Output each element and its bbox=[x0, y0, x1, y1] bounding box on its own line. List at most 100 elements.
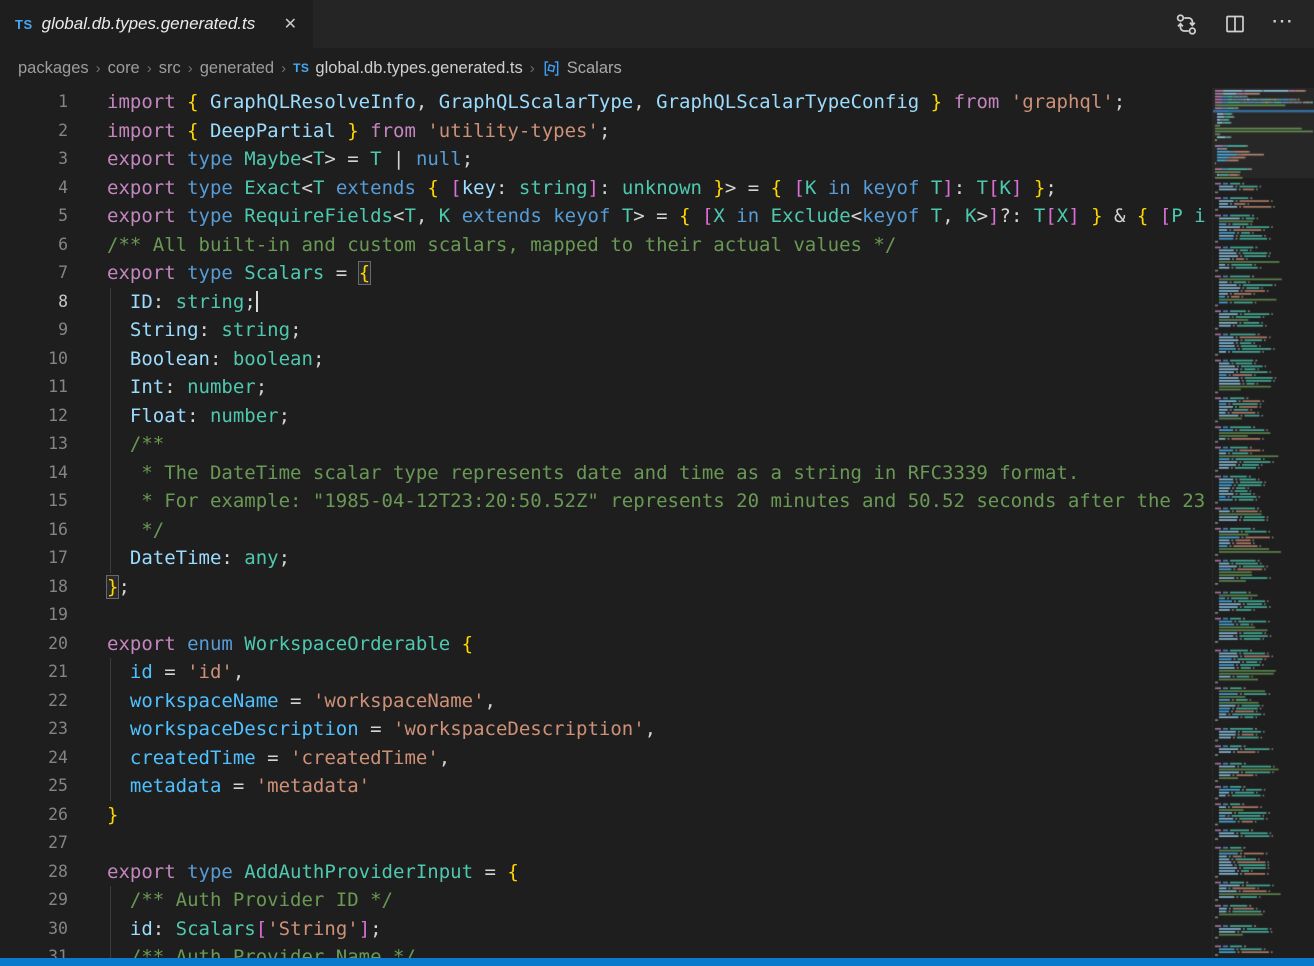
line-number: 10 bbox=[0, 345, 68, 374]
line-number: 7 bbox=[0, 259, 68, 288]
code-line-2: 2import { DeepPartial } from 'utility-ty… bbox=[0, 117, 1212, 146]
text-cursor bbox=[256, 291, 259, 312]
code-line-19: 19 bbox=[0, 601, 1212, 630]
line-number: 18 bbox=[0, 573, 68, 602]
code-text: */ bbox=[107, 516, 164, 545]
tab-bar: TS global.db.types.generated.ts ✕ ⋯ bbox=[0, 0, 1314, 48]
breadcrumb: packages › core › src › generated › TSglobal.db.… bbox=[0, 48, 1314, 88]
code-line-12: 12 Float: number; bbox=[0, 402, 1212, 431]
code-line-25: 25 metadata = 'metadata' bbox=[0, 772, 1212, 801]
code-line-6: 6/** All built-in and custom scalars, ma… bbox=[0, 231, 1212, 260]
breadcrumb-separator: › bbox=[530, 60, 535, 77]
line-number: 17 bbox=[0, 544, 68, 573]
line-number: 6 bbox=[0, 231, 68, 260]
breadcrumb-symbol-scalars[interactable]: Scalars bbox=[542, 59, 622, 78]
line-number: 16 bbox=[0, 516, 68, 545]
code-text: export type Exact<T extends { [key: stri… bbox=[107, 174, 1057, 203]
code-line-13: 13 /** bbox=[0, 430, 1212, 459]
line-number: 1 bbox=[0, 88, 68, 117]
line-number: 13 bbox=[0, 430, 68, 459]
code-line-3: 3 export type Maybe<T> = T | null; bbox=[0, 145, 1212, 174]
line-number: 4 bbox=[0, 174, 68, 203]
open-changes-icon[interactable] bbox=[1174, 12, 1199, 37]
breadcrumb-separator: › bbox=[96, 60, 101, 77]
breadcrumb-item-packages[interactable]: packages bbox=[18, 59, 89, 78]
code-text: workspaceName = 'workspaceName', bbox=[107, 687, 496, 716]
line-number: 30 bbox=[0, 915, 68, 944]
code-line-4: 4 export type Exact<T extends { [key: str… bbox=[0, 174, 1212, 203]
line-number: 3 bbox=[0, 145, 68, 174]
code-text: createdTime = 'createdTime', bbox=[107, 744, 450, 773]
split-editor-icon[interactable] bbox=[1223, 12, 1247, 36]
symbol-type-icon bbox=[542, 59, 561, 78]
code-text: /** bbox=[107, 430, 164, 459]
code-text: export type AddAuthProviderInput = { bbox=[107, 858, 519, 887]
more-actions-icon[interactable]: ⋯ bbox=[1271, 10, 1294, 38]
minimap-slider[interactable] bbox=[1213, 88, 1314, 178]
editor-area[interactable]: 1 import { GraphQLResolveInfo, GraphQLSca… bbox=[0, 88, 1314, 966]
code-text: workspaceDescription = 'workspaceDescrip… bbox=[107, 715, 656, 744]
code-line-7: 7 export type Scalars = { bbox=[0, 259, 1212, 288]
code-line-5: 5 export type RequireFields<T, K extends … bbox=[0, 202, 1212, 231]
line-number: 24 bbox=[0, 744, 68, 773]
code-line-11: 11 Int: number; bbox=[0, 373, 1212, 402]
code-text: id = 'id', bbox=[107, 658, 244, 687]
code-line-24: 24 createdTime = 'createdTime', bbox=[0, 744, 1212, 773]
code-text: Float: number; bbox=[107, 402, 290, 431]
line-number: 19 bbox=[0, 601, 68, 630]
code-text: export enum WorkspaceOrderable { bbox=[107, 630, 473, 659]
breadcrumb-symbol-label: Scalars bbox=[567, 59, 622, 78]
code-line-30: 30 id: Scalars['String']; bbox=[0, 915, 1212, 944]
code-text: ID: string; bbox=[107, 288, 258, 317]
line-number: 2 bbox=[0, 117, 68, 146]
tab-global-db-types-generated-ts[interactable]: TS global.db.types.generated.ts ✕ bbox=[0, 0, 313, 48]
code-line-18: 18}; bbox=[0, 573, 1212, 602]
code-text: Int: number; bbox=[107, 373, 267, 402]
line-number: 26 bbox=[0, 801, 68, 830]
line-number: 28 bbox=[0, 858, 68, 887]
code-text: export type Maybe<T> = T | null; bbox=[107, 145, 473, 174]
breadcrumb-item-src[interactable]: src bbox=[159, 59, 181, 78]
code-text: Boolean: boolean; bbox=[107, 345, 324, 374]
code-line-27: 27 bbox=[0, 829, 1212, 858]
typescript-file-icon: TS bbox=[293, 61, 309, 75]
breadcrumb-separator: › bbox=[188, 60, 193, 77]
code-line-29: 29 /** Auth Provider ID */ bbox=[0, 886, 1212, 915]
editor-actions: ⋯ bbox=[1174, 0, 1314, 48]
code-text: metadata = 'metadata' bbox=[107, 772, 370, 801]
code-line-14: 14 * The DateTime scalar type represents… bbox=[0, 459, 1212, 488]
code-line-1: 1 import { GraphQLResolveInfo, GraphQLSca… bbox=[0, 88, 1212, 117]
line-number: 5 bbox=[0, 202, 68, 231]
line-number: 29 bbox=[0, 886, 68, 915]
code-text: * For example: "1985-04-12T23:20:50.52Z"… bbox=[107, 487, 1205, 516]
code-line-15: 15 * For example: "1985-04-12T23:20:50.5… bbox=[0, 487, 1212, 516]
tab-title: global.db.types.generated.ts bbox=[42, 14, 271, 34]
line-number: 12 bbox=[0, 402, 68, 431]
breadcrumb-separator: › bbox=[147, 60, 152, 77]
line-number: 25 bbox=[0, 772, 68, 801]
line-number: 11 bbox=[0, 373, 68, 402]
code-text: export type RequireFields<T, K extends k… bbox=[107, 202, 1206, 231]
close-tab-icon[interactable]: ✕ bbox=[280, 12, 301, 36]
breadcrumb-separator: › bbox=[281, 60, 286, 77]
code-text: export type Scalars = { bbox=[107, 259, 370, 288]
line-number: 23 bbox=[0, 715, 68, 744]
line-number: 21 bbox=[0, 658, 68, 687]
minimap[interactable] bbox=[1212, 88, 1314, 958]
code-text: /** Auth Provider ID */ bbox=[107, 886, 393, 915]
breadcrumb-file[interactable]: TSglobal.db.types.generated.ts bbox=[293, 59, 523, 78]
status-bar[interactable] bbox=[0, 958, 1314, 966]
breadcrumb-item-generated[interactable]: generated bbox=[200, 59, 274, 78]
line-number: 15 bbox=[0, 487, 68, 516]
code-line-21: 21 id = 'id', bbox=[0, 658, 1212, 687]
code-text: DateTime: any; bbox=[107, 544, 290, 573]
code-line-8: 8 ID: string; bbox=[0, 288, 1212, 317]
line-number: 8 bbox=[0, 288, 68, 317]
code-line-17: 17 DateTime: any; bbox=[0, 544, 1212, 573]
code-line-10: 10 Boolean: boolean; bbox=[0, 345, 1212, 374]
code-line-16: 16 */ bbox=[0, 516, 1212, 545]
breadcrumb-item-core[interactable]: core bbox=[108, 59, 140, 78]
code-text: import { GraphQLResolveInfo, GraphQLScal… bbox=[107, 88, 1125, 117]
code-lines[interactable]: 1 import { GraphQLResolveInfo, GraphQLSca… bbox=[0, 88, 1212, 966]
code-line-22: 22 workspaceName = 'workspaceName', bbox=[0, 687, 1212, 716]
